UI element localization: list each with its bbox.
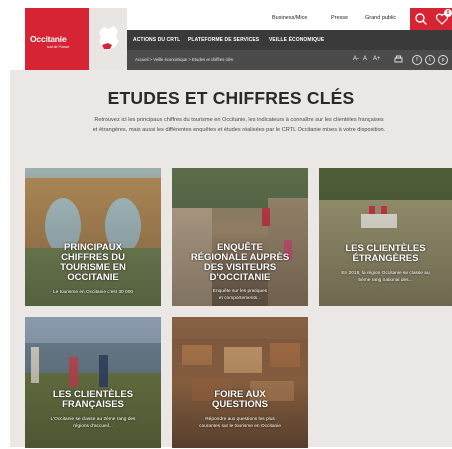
card-description: Le tourisme en Occitanie c'est 30 000 — [52, 290, 134, 295]
logo-wordmark: Occitanie — [30, 34, 67, 44]
card-title: FOIRE AUX QUESTIONS — [212, 389, 268, 410]
search-icon — [415, 13, 427, 25]
card-description: L'Occitanie se classe au 2ème rang des r… — [50, 417, 136, 429]
business-mice-link[interactable]: Business/Mice — [272, 15, 307, 21]
grand-public-link[interactable]: Grand public — [365, 15, 396, 21]
card-clienteles-francaises[interactable]: LES CLIENTÈLES FRANÇAISES L'Occitanie se… — [25, 317, 161, 448]
utility-bar: Business/Mice Presse Grand public — [127, 8, 410, 30]
france-map-icon — [99, 26, 119, 50]
card-description: Répondre aux questions les plus courante… — [199, 417, 281, 429]
font-increase-button[interactable]: A+ — [373, 56, 381, 62]
facebook-icon[interactable]: f — [412, 55, 422, 65]
intro-line-2: et étrangères, mais aussi les différente… — [92, 127, 386, 133]
nav-actions-crtl[interactable]: ACTIONS DU CRTL — [133, 37, 180, 43]
card-title: PRINCIPAUX CHIFFRES DU TOURISME EN OCCIT… — [60, 242, 126, 283]
card-title: ENQUÊTE RÉGIONALE AUPRÈS DES VISITEURS D… — [190, 242, 290, 283]
page-title: ETUDES ET CHIFFRES CLÉS — [107, 88, 355, 108]
print-icon — [394, 55, 403, 63]
twitter-icon[interactable]: t — [425, 55, 435, 65]
font-decrease-button[interactable]: A- — [353, 56, 359, 62]
presse-link[interactable]: Presse — [331, 15, 348, 21]
breadcrumb-bar: Accueil > Veille économique > Etudes et … — [127, 50, 452, 70]
logo-tagline: sud de France — [47, 45, 70, 49]
print-button[interactable] — [394, 55, 403, 66]
card-title: LES CLIENTÈLES FRANÇAISES — [52, 389, 134, 410]
favorites-count-badge: 0 — [444, 9, 452, 17]
font-reset-button[interactable]: A — [363, 56, 367, 62]
search-button[interactable] — [410, 8, 432, 30]
pinterest-icon[interactable]: p — [438, 55, 448, 65]
nav-plateforme-services[interactable]: PLATEFORME DE SERVICES — [188, 37, 259, 43]
card-enquete-regionale[interactable]: ENQUÊTE RÉGIONALE AUPRÈS DES VISITEURS D… — [172, 168, 308, 306]
intro-line-1: Retrouvez ici les principaux chiffres du… — [94, 117, 384, 123]
intro-text: Retrouvez ici les principaux chiffres du… — [24, 115, 452, 135]
region-map-logo[interactable] — [89, 8, 127, 70]
occitanie-logo[interactable]: Occitanie sud de France — [25, 8, 89, 70]
main-nav: ACTIONS DU CRTL PLATEFORME DE SERVICES V… — [127, 30, 452, 50]
card-title: LES CLIENTÈLES ÉTRANGÈRES — [345, 243, 426, 264]
nav-veille-economique[interactable]: VEILLE ÉCONOMIQUE — [269, 37, 324, 43]
card-description: En 2018, la région Occitanie se classe a… — [341, 271, 430, 283]
card-clienteles-etrangeres[interactable]: LES CLIENTÈLES ÉTRANGÈRES En 2018, la ré… — [319, 168, 452, 306]
breadcrumb[interactable]: Accueil > Veille économique > Etudes et … — [135, 57, 233, 62]
card-principaux-chiffres[interactable]: PRINCIPAUX CHIFFRES DU TOURISME EN OCCIT… — [25, 168, 161, 306]
card-foire-aux-questions[interactable]: FOIRE AUX QUESTIONS Répondre aux questio… — [172, 317, 308, 448]
card-description: Enquête sur les pratiques et comportemen… — [212, 289, 268, 301]
